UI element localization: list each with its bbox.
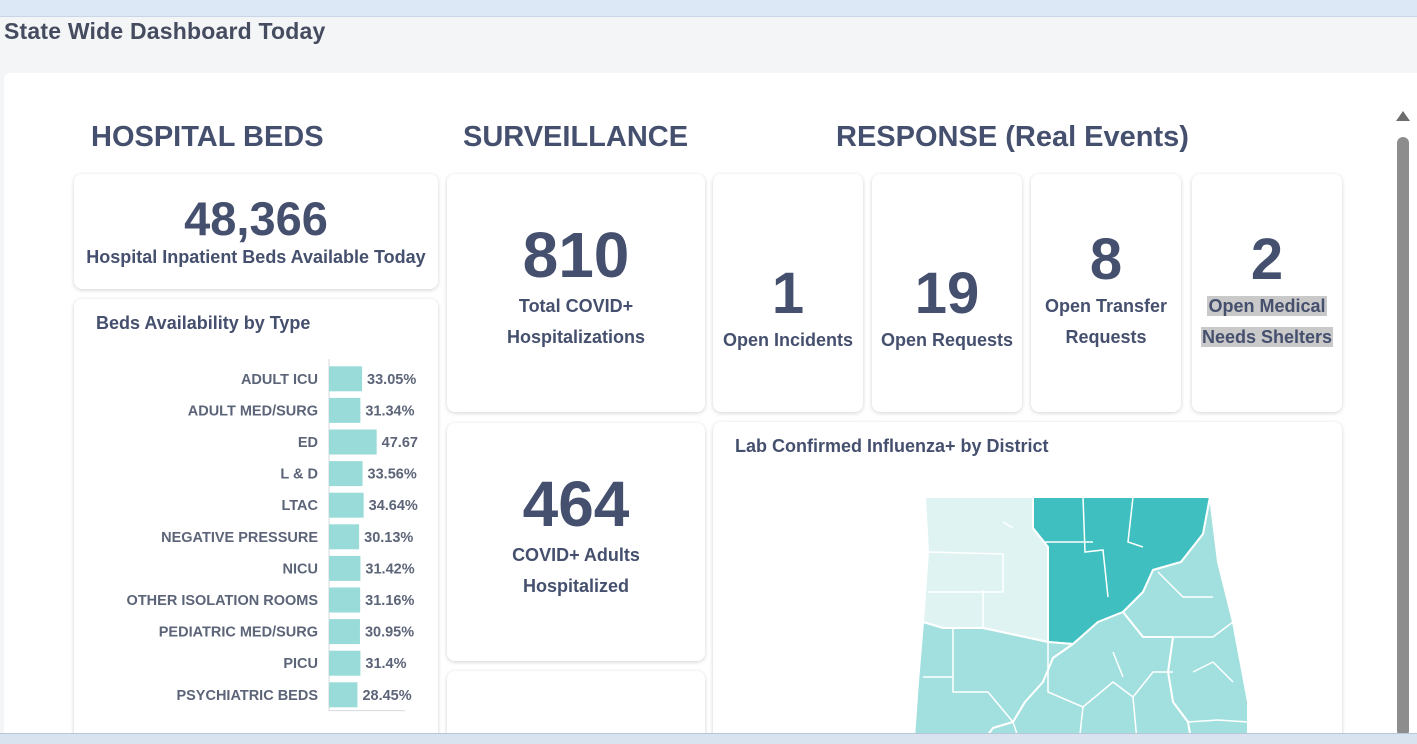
total-covid-label-1: Total COVID+ <box>518 296 634 316</box>
open-medical-shelters-label-2: Needs Shelters <box>1200 327 1334 347</box>
chart-bar <box>329 429 377 455</box>
open-incidents-label: Open Incidents <box>722 329 854 350</box>
beds-available-card[interactable]: 48,366 Hospital Inpatient Beds Available… <box>74 174 438 289</box>
open-transfer-requests-label-2: Requests <box>1065 327 1147 347</box>
chart-value-label: 30.95% <box>365 625 414 641</box>
chart-category-label: PEDIATRIC MED/SURG <box>159 625 318 641</box>
chart-bar <box>329 492 364 518</box>
scrollbar-thumb[interactable] <box>1397 137 1409 737</box>
chart-bar <box>329 650 361 676</box>
open-medical-shelters-value: 2 <box>1250 227 1284 292</box>
district-map <box>913 496 1249 733</box>
chart-bar <box>329 524 360 550</box>
chart-value-label: 31.42% <box>365 561 414 577</box>
chart-category-label: LTAC <box>281 498 318 514</box>
chart-value-label: 31.16% <box>365 593 414 609</box>
chart-bar <box>329 555 361 581</box>
chart-bar <box>329 461 363 487</box>
chart-category-label: ADULT ICU <box>241 372 318 388</box>
open-transfer-requests-card[interactable]: 8 Open Transfer Requests <box>1031 174 1181 412</box>
chart-value-label: 47.67 <box>382 435 418 451</box>
chart-bar <box>329 682 358 708</box>
chart-bar <box>329 397 361 423</box>
beds-available-label: Hospital Inpatient Beds Available Today <box>86 246 426 267</box>
browser-bottom-bar <box>0 733 1417 744</box>
page-title: State Wide Dashboard Today <box>4 18 326 44</box>
open-transfer-requests-value: 8 <box>1089 227 1123 292</box>
open-requests-label: Open Requests <box>880 329 1014 350</box>
chart-value-label: 31.34% <box>365 403 414 419</box>
open-requests-value: 19 <box>914 260 980 326</box>
open-medical-shelters-card[interactable]: 2 Open Medical Needs Shelters <box>1192 174 1342 412</box>
chart-value-label: 30.13% <box>364 530 413 546</box>
vertical-scrollbar[interactable] <box>1391 107 1417 737</box>
chart-bar <box>329 619 360 645</box>
total-covid-card[interactable]: 810 Total COVID+ Hospitalizations <box>447 174 705 412</box>
beds-availability-chart: ADULT ICU 33.05% ADULT MED/SURG 31.34% ED 47.… <box>127 359 418 712</box>
open-medical-shelters-label-1: Open Medical <box>1207 296 1327 316</box>
chart-category-label: ADULT MED/SURG <box>188 403 318 419</box>
covid-adults-card[interactable]: 464 COVID+ Adults Hospitalized <box>447 423 705 661</box>
open-incidents-card[interactable]: 1 Open Incidents <box>713 174 863 412</box>
browser-top-bar <box>0 0 1417 17</box>
chart-category-label: OTHER ISOLATION ROOMS <box>127 593 319 609</box>
beds-availability-chart-card: Beds Availability by Type ADULT ICU 33.05… <box>74 299 438 733</box>
chart-value-label: 31.4% <box>365 656 406 672</box>
section-title-surveillance: SURVEILLANCE <box>463 121 689 153</box>
dashboard-panel: HOSPITAL BEDS SURVEILLANCE RESPONSE (Rea… <box>4 73 1417 733</box>
beds-available-value: 48,366 <box>184 191 328 245</box>
chart-category-label: NICU <box>283 561 318 577</box>
chart-value-label: 33.05% <box>367 372 416 388</box>
chart-category-label: PSYCHIATRIC BEDS <box>176 688 318 704</box>
covid-adults-label-2: Hospitalized <box>522 576 629 596</box>
section-title-hospital-beds: HOSPITAL BEDS <box>91 121 324 153</box>
chart-value-label: 34.64% <box>369 498 418 514</box>
chart-value-label: 28.45% <box>362 688 411 704</box>
chart-category-label: PICU <box>283 656 318 672</box>
open-transfer-requests-label-1: Open Transfer <box>1044 296 1168 316</box>
total-covid-value: 810 <box>522 219 630 291</box>
map-district-nw <box>922 496 1049 643</box>
open-incidents-value: 1 <box>771 260 805 326</box>
total-covid-label-2: Hospitalizations <box>506 327 645 347</box>
covid-adults-label-1: COVID+ Adults <box>512 545 640 565</box>
open-requests-card[interactable]: 19 Open Requests <box>872 174 1022 412</box>
covid-adults-value: 464 <box>522 468 630 540</box>
chart-category-label: ED <box>298 435 318 451</box>
chart-category-label: NEGATIVE PRESSURE <box>161 530 318 546</box>
chart-category-label: L & D <box>280 467 318 483</box>
scroll-up-arrow-icon[interactable] <box>1396 111 1410 121</box>
chart-bar <box>329 366 363 392</box>
section-title-response: RESPONSE (Real Events) <box>836 121 1189 153</box>
chart-value-label: 33.56% <box>368 467 417 483</box>
surveillance-card-partial[interactable] <box>447 671 705 733</box>
chart-bar <box>329 587 361 613</box>
influenza-map-card: Lab Confirmed Influenza+ by District <box>713 422 1342 733</box>
